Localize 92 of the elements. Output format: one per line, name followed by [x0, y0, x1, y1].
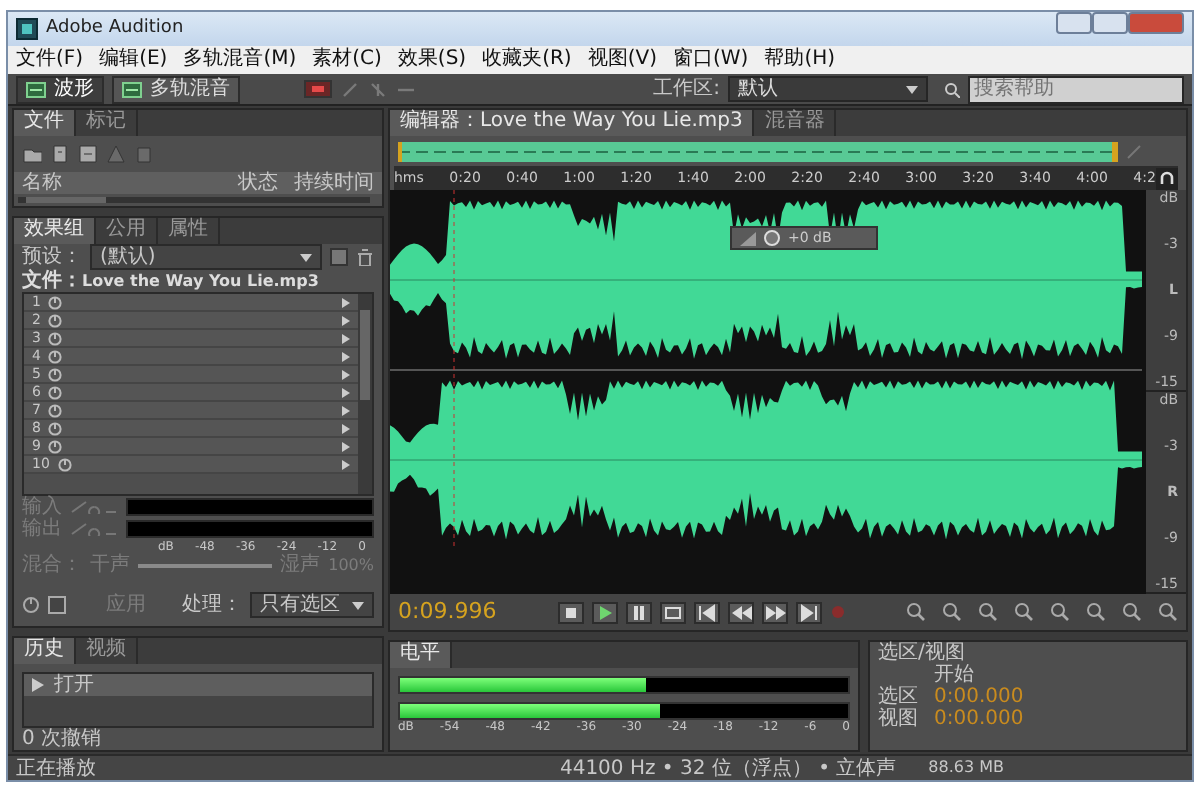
column-header[interactable]: 持续时间	[294, 172, 374, 194]
menu-item[interactable]: 多轨混音(M)	[183, 48, 297, 72]
menu-item[interactable]: 收藏夹(R)	[482, 48, 572, 72]
power-icon[interactable]	[48, 331, 63, 345]
app-icon	[16, 18, 38, 40]
file-icon[interactable]	[78, 144, 98, 164]
menu-item[interactable]: 视图(V)	[587, 48, 657, 72]
toggle-icon[interactable]	[48, 596, 66, 614]
menu-item[interactable]: 素材(C)	[312, 48, 382, 72]
power-icon[interactable]	[48, 313, 63, 327]
volume-icon	[740, 231, 756, 245]
process-label: 处理：	[182, 594, 242, 616]
knob-icon[interactable]	[764, 230, 780, 246]
maximize-button[interactable]	[1092, 12, 1128, 34]
panel-tab[interactable]: 视频	[76, 638, 138, 664]
power-icon[interactable]	[48, 295, 63, 309]
search-field[interactable]: 搜索帮助	[968, 75, 1184, 103]
waveform-icon	[26, 81, 46, 97]
power-icon[interactable]	[57, 457, 72, 471]
window-title: Adobe Audition	[46, 18, 184, 40]
save-preset-icon[interactable]	[330, 248, 348, 266]
power-icon[interactable]	[48, 403, 63, 417]
power-icon[interactable]	[48, 367, 63, 381]
menu-item[interactable]: 窗口(W)	[673, 48, 749, 72]
play-button[interactable]	[591, 601, 618, 623]
time-value[interactable]: 0:00.000	[934, 708, 1024, 730]
mode-button[interactable]: 多轨混音	[112, 75, 240, 103]
menu-item[interactable]: 帮助(H)	[764, 48, 836, 72]
menu-item[interactable]: 文件(F)	[16, 48, 84, 72]
editor-tab[interactable]: 混音器	[754, 110, 837, 136]
time-value[interactable]: 0:00.000	[934, 686, 1024, 708]
waveform-drawing[interactable]	[390, 190, 1142, 550]
editor-tab[interactable]: 编辑器：Love the Way You Lie.mp3	[390, 110, 755, 136]
panel-tab[interactable]: 文件	[14, 110, 76, 136]
horizontal-scrollbar[interactable]	[14, 194, 374, 206]
play-icon	[32, 678, 46, 692]
overview-waveform[interactable]	[398, 141, 1118, 161]
mix-slider-fill[interactable]	[138, 563, 273, 568]
menu-item[interactable]: 效果(S)	[397, 48, 467, 72]
fast-forward-icon	[763, 601, 786, 623]
caret-icon	[906, 85, 918, 93]
power-icon[interactable]	[48, 439, 63, 453]
power-icon[interactable]	[48, 385, 63, 399]
panel-title: 选区/视图	[878, 642, 967, 664]
menu-item[interactable]: 编辑(E)	[99, 48, 168, 72]
vertical-scrollbar[interactable]	[358, 294, 372, 494]
trash-icon[interactable]	[356, 248, 374, 266]
headphones-icon[interactable]	[1156, 167, 1178, 189]
record-icon[interactable]	[304, 80, 332, 98]
process-dropdown[interactable]: 只有选区	[250, 592, 374, 618]
stop-button[interactable]	[557, 601, 584, 623]
file-label: 文件：	[22, 270, 82, 292]
skip-back-button[interactable]	[693, 601, 720, 623]
folder-icon[interactable]	[22, 144, 42, 164]
caret-icon	[300, 253, 312, 261]
column-header[interactable]: 状态	[238, 172, 278, 194]
mode-button[interactable]: 波形	[16, 75, 104, 103]
preset-dropdown[interactable]: (默认)	[90, 244, 322, 270]
column-header[interactable]: 名称	[22, 172, 222, 194]
skip-back-icon	[695, 601, 718, 623]
workspace-label: 工作区:	[653, 78, 720, 100]
loop-button[interactable]	[659, 601, 686, 623]
power-icon[interactable]	[48, 421, 63, 435]
skip-forward-icon	[797, 601, 820, 623]
minimize-button[interactable]	[1056, 12, 1092, 34]
power-icon[interactable]	[48, 349, 63, 363]
panel-tab[interactable]: 历史	[14, 638, 76, 664]
waveform-icon	[122, 81, 142, 97]
fast-forward-button[interactable]	[761, 601, 788, 623]
history-item[interactable]: 打开	[24, 674, 372, 696]
panel-tab[interactable]: 标记	[76, 110, 138, 136]
caret-icon	[352, 601, 364, 609]
panel-tab[interactable]: 电平	[390, 642, 452, 668]
workspace-dropdown[interactable]: 默认	[728, 76, 928, 102]
panel-tab[interactable]: 效果组	[14, 218, 96, 244]
status-text: 正在播放	[16, 757, 96, 779]
file-size: 88.63 MB	[928, 758, 1004, 778]
loop-icon	[661, 601, 684, 623]
audio-format-info: 44100 Hz • 32 位（浮点） • 立体声	[559, 757, 897, 779]
time-display: 0:09.996	[398, 598, 497, 626]
power-icon[interactable]	[22, 596, 40, 614]
rewind-button[interactable]	[727, 601, 754, 623]
search-icon[interactable]	[944, 81, 960, 97]
preset-label: 预设：	[22, 246, 82, 268]
pause-button[interactable]	[625, 601, 652, 623]
column-header: 开始	[934, 664, 974, 686]
rewind-icon	[729, 601, 752, 623]
file-name: Love the Way You Lie.mp3	[82, 272, 319, 292]
row-label: 选区	[878, 686, 920, 708]
skip-forward-button[interactable]	[795, 601, 822, 623]
undo-count: 0 次撤销	[20, 728, 104, 750]
row-label: 视图	[878, 708, 920, 730]
